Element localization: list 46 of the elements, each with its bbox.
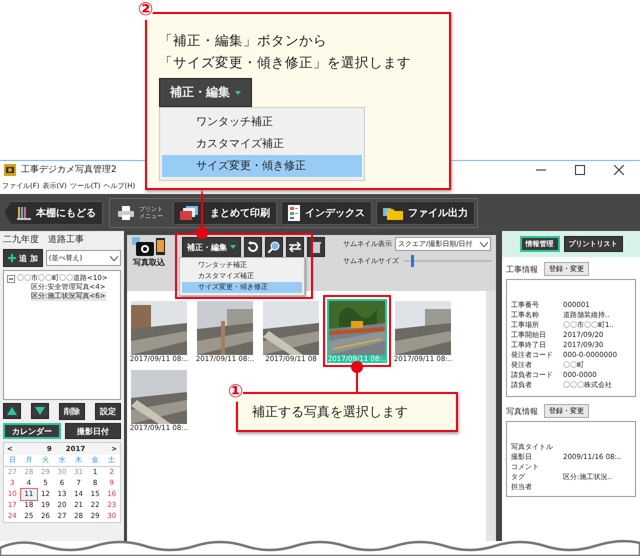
scrollbar[interactable]: [486, 291, 496, 541]
index-sheet-icon: [288, 204, 300, 220]
slider-thumb[interactable]: [411, 255, 414, 267]
rotate-button[interactable]: [244, 237, 262, 257]
add-button[interactable]: 追 加: [3, 249, 43, 267]
swap-button[interactable]: [286, 237, 304, 257]
import-label[interactable]: 写真取込: [133, 257, 165, 268]
panel-button[interactable]: 削除: [59, 403, 85, 420]
highlight-frame: [323, 295, 391, 367]
section-title: 工事情報: [506, 264, 538, 274]
window-title: 工事デジカメ写真管理2: [21, 164, 117, 176]
chevron-down-icon: [480, 242, 488, 246]
folder-icon: [383, 206, 403, 220]
swap-arrows-icon: [289, 242, 301, 252]
caret-icon: [230, 245, 236, 249]
collapse-icon[interactable]: [7, 274, 15, 282]
triangle-down-icon: [35, 407, 45, 415]
toolbar-button[interactable]: インデックス: [281, 200, 372, 224]
chevron-down-icon: [110, 256, 118, 260]
panel-tab[interactable]: カレンダー: [3, 423, 61, 439]
panel-tab[interactable]: 撮影日付: [65, 423, 121, 439]
move-up-button[interactable]: [3, 403, 21, 419]
section-title: 写真情報: [506, 406, 538, 416]
edit-button[interactable]: 補正・編集: [182, 237, 241, 257]
move-down-button[interactable]: [31, 403, 49, 419]
rotate-icon: [247, 241, 259, 253]
callout-text: 「補正・編集」ボタンから 「サイズ変更・傾き修正」を選択します: [159, 32, 412, 73]
zoom-button[interactable]: [265, 237, 283, 257]
back-button[interactable]: 本棚にもどる: [4, 200, 103, 224]
close-icon[interactable]: [614, 164, 624, 174]
stacked-photos-icon: [180, 206, 198, 220]
magnifier-icon: [268, 241, 280, 253]
toolbar-button[interactable]: ファイル出力: [376, 200, 475, 224]
triangle-up-icon: [7, 407, 17, 415]
maximize-icon[interactable]: [575, 164, 585, 174]
bookshelf-icon: [17, 206, 31, 220]
toolbar-button[interactable]: まとめて印刷: [173, 200, 277, 224]
plus-icon: [8, 254, 16, 262]
step-number: ②: [138, 0, 154, 20]
callout-text: 補正する写真を選択します: [252, 404, 408, 421]
camera-import-icon: [132, 237, 166, 257]
printer-icon: [118, 206, 134, 220]
caret-icon: [235, 90, 241, 94]
panel-button[interactable]: 設定: [95, 403, 121, 420]
app-icon: [4, 164, 16, 176]
project-title: 二九年度 道路工事: [3, 234, 85, 246]
